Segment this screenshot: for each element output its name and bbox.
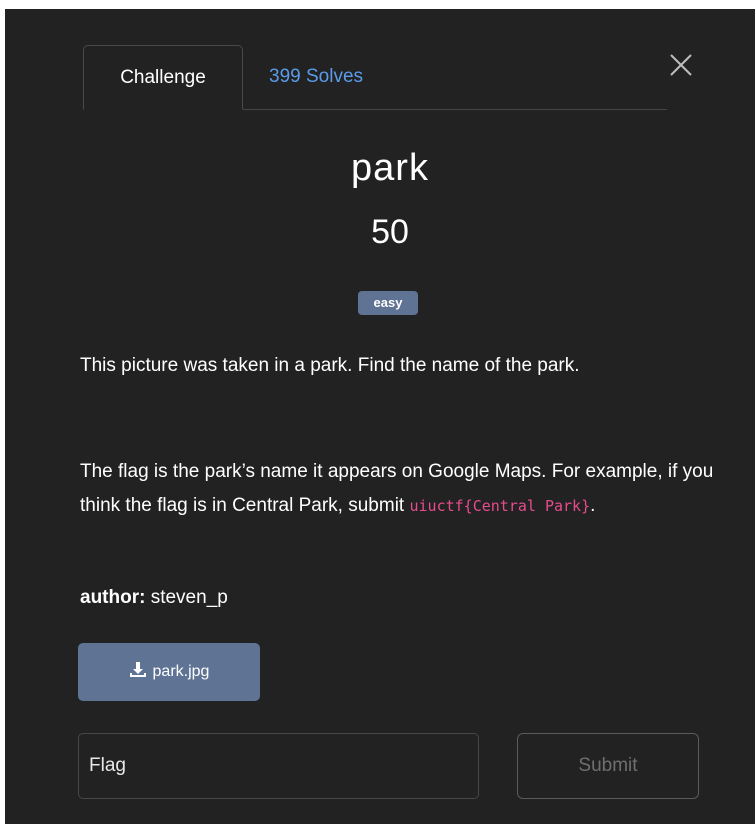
challenge-title: park [351, 147, 429, 189]
flag-example-code: uiuctf{Central Park} [409, 497, 591, 515]
difficulty-badge: easy [358, 291, 418, 315]
description-text: The flag is the park’s name it appears o… [80, 461, 714, 516]
challenge-points: 50 [371, 213, 409, 251]
download-file-button[interactable]: park.jpg [78, 643, 260, 701]
description-paragraph-1: This picture was taken in a park. Find t… [80, 355, 580, 376]
author-line: author: steven_p [80, 587, 228, 609]
close-icon[interactable] [665, 49, 697, 81]
challenge-tabs: Challenge 399 Solves [83, 45, 667, 110]
submit-button[interactable]: Submit [517, 733, 699, 799]
challenge-modal: Challenge 399 Solves park 50 easy This p… [5, 9, 755, 824]
tab-solves[interactable]: 399 Solves [247, 45, 385, 109]
description-text-end: . [590, 495, 596, 516]
author-name: steven_p [145, 587, 228, 608]
file-name: park.jpg [152, 663, 210, 680]
flag-input[interactable] [78, 733, 479, 799]
author-label: author: [80, 587, 146, 608]
tab-challenge[interactable]: Challenge [83, 45, 243, 110]
description-paragraph-2: The flag is the park’s name it appears o… [80, 455, 730, 523]
download-icon [129, 661, 147, 684]
